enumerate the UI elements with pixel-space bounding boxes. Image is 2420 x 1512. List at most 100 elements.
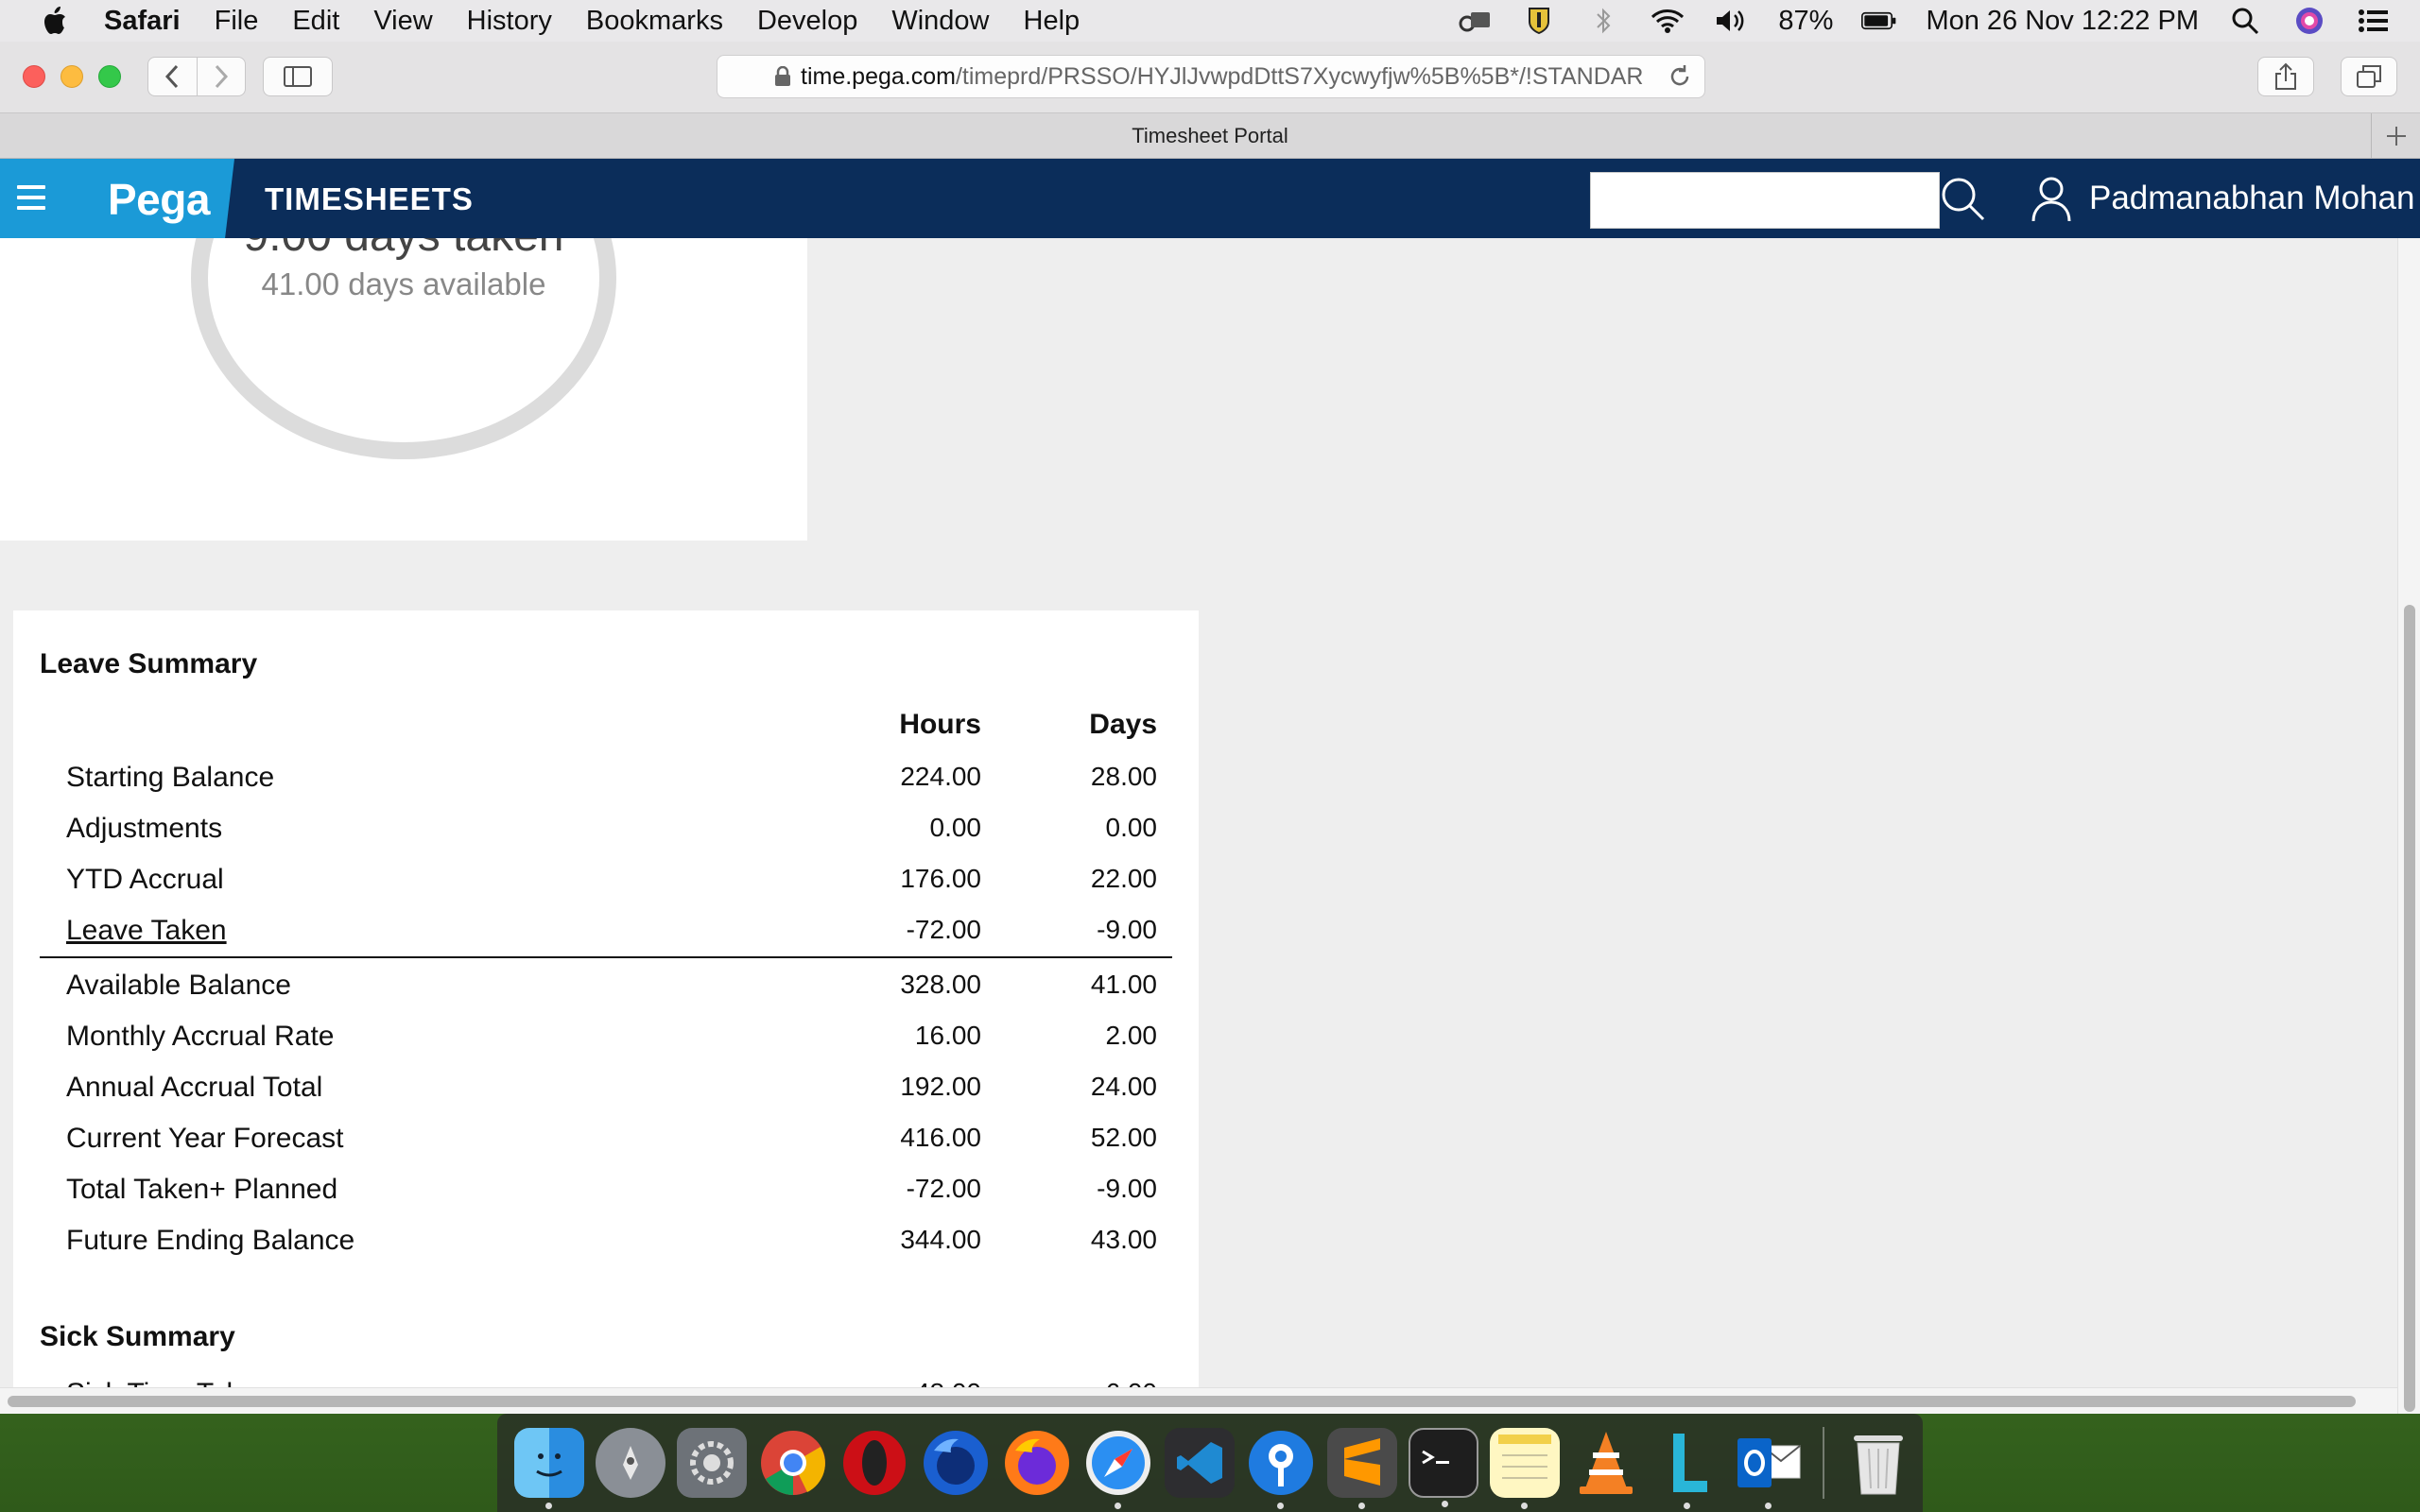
row-label: Total Taken+ Planned xyxy=(66,1174,338,1205)
row-hours: -72.00 xyxy=(906,1174,981,1203)
table-row: Current Year Forecast 416.00 52.00 xyxy=(13,1123,1199,1174)
main-content: 9.00 days taken 41.00 days available Lea… xyxy=(0,238,2397,1414)
table-row: Available Balance 328.00 41.00 xyxy=(13,970,1199,1021)
opera-icon[interactable] xyxy=(839,1428,909,1498)
row-hours: 224.00 xyxy=(900,762,981,791)
row-days: 43.00 xyxy=(1090,1225,1157,1254)
horizontal-scroll-thumb[interactable] xyxy=(8,1396,2356,1407)
row-days: 0.00 xyxy=(1105,813,1158,842)
safari-icon[interactable] xyxy=(1083,1428,1153,1509)
menu-app-name[interactable]: Safari xyxy=(104,6,181,37)
row-hours: 0.00 xyxy=(929,813,982,842)
row-hours: 416.00 xyxy=(900,1123,981,1152)
spotlight-icon[interactable] xyxy=(2227,7,2263,35)
summary-card: Leave Summary Hours Days Starting Balanc… xyxy=(13,610,1199,1414)
row-days: 24.00 xyxy=(1090,1072,1157,1101)
row-hours: -72.00 xyxy=(906,915,981,944)
row-days: 22.00 xyxy=(1090,864,1157,893)
sidebar-toggle-button[interactable] xyxy=(263,57,333,96)
menu-help[interactable]: Help xyxy=(1024,6,1080,37)
dock xyxy=(497,1414,1923,1512)
leave-donut-card: 9.00 days taken 41.00 days available xyxy=(0,238,807,541)
row-hours: 192.00 xyxy=(900,1072,981,1101)
close-window-button[interactable] xyxy=(23,65,45,88)
row-days: 41.00 xyxy=(1090,970,1157,999)
firefox-icon[interactable] xyxy=(1002,1428,1072,1498)
show-tabs-button[interactable] xyxy=(2341,57,2397,96)
reload-icon[interactable] xyxy=(1667,63,1693,90)
row-label: Starting Balance xyxy=(66,762,275,793)
notification-center-icon[interactable] xyxy=(2356,7,2392,35)
system-preferences-icon[interactable] xyxy=(677,1428,747,1498)
table-row: Future Ending Balance 344.00 43.00 xyxy=(13,1225,1199,1276)
sidebar-icon xyxy=(284,66,312,87)
vertical-scrollbar[interactable] xyxy=(2397,238,2420,1414)
shield-icon[interactable] xyxy=(1521,7,1557,35)
row-hours: 344.00 xyxy=(900,1225,981,1254)
url-path: /timeprd/PRSSO/HYJlJvwpdDttS7Xycwyfjw%5B… xyxy=(955,62,1644,90)
user-name[interactable]: Padmanabhan Mohan xyxy=(2089,180,2414,217)
totals-divider xyxy=(40,956,1172,958)
row-label: Current Year Forecast xyxy=(66,1123,344,1154)
menu-file[interactable]: File xyxy=(215,6,259,37)
trash-icon[interactable] xyxy=(1843,1428,1913,1498)
notes-icon[interactable] xyxy=(1490,1428,1560,1509)
row-days: -9.00 xyxy=(1097,915,1157,944)
lucid-icon[interactable] xyxy=(1652,1428,1722,1509)
sourcetree-icon[interactable] xyxy=(1246,1428,1316,1509)
address-bar[interactable]: time.pega.com /timeprd/PRSSO/HYJlJvwpdDt… xyxy=(717,55,1705,98)
wifi-icon[interactable] xyxy=(1650,7,1685,35)
vlc-icon[interactable] xyxy=(1571,1428,1641,1498)
hamburger-menu-icon[interactable] xyxy=(17,185,45,210)
table-row: Monthly Accrual Rate 16.00 2.00 xyxy=(13,1021,1199,1072)
sublime-text-icon[interactable] xyxy=(1327,1428,1397,1509)
fullscreen-window-button[interactable] xyxy=(98,65,121,88)
launchpad-icon[interactable] xyxy=(596,1428,666,1498)
search-icon[interactable] xyxy=(1940,176,1987,223)
tabs-overview-icon xyxy=(2357,65,2381,88)
pega-logo[interactable]: Pega xyxy=(108,174,210,225)
share-button[interactable] xyxy=(2257,57,2314,96)
terminal-icon[interactable] xyxy=(1409,1428,1478,1507)
apple-menu-icon[interactable] xyxy=(38,5,70,37)
menu-bookmarks[interactable]: Bookmarks xyxy=(586,6,723,37)
search-input[interactable] xyxy=(1590,172,1940,229)
days-taken-label: 9.00 days taken xyxy=(0,238,807,262)
siri-icon[interactable] xyxy=(2291,7,2327,35)
bluetooth-icon[interactable] xyxy=(1585,7,1621,35)
outlook-icon[interactable] xyxy=(1734,1428,1804,1509)
row-days: 28.00 xyxy=(1090,762,1157,791)
menu-develop[interactable]: Develop xyxy=(757,6,857,37)
volume-icon[interactable] xyxy=(1714,7,1750,35)
forward-button[interactable] xyxy=(197,57,245,96)
user-icon[interactable] xyxy=(2031,176,2072,223)
horizontal-scrollbar[interactable] xyxy=(0,1387,2397,1414)
finder-icon[interactable] xyxy=(514,1428,584,1509)
safari-window: time.pega.com /timeprd/PRSSO/HYJlJvwpdDt… xyxy=(0,42,2420,1414)
clock[interactable]: Mon 26 Nov 12:22 PM xyxy=(1926,6,2199,37)
creative-cloud-icon[interactable] xyxy=(1457,7,1493,35)
chevron-left-icon xyxy=(165,64,179,89)
menu-window[interactable]: Window xyxy=(891,6,989,37)
menu-edit[interactable]: Edit xyxy=(292,6,339,37)
row-days: 2.00 xyxy=(1105,1021,1158,1050)
menu-history[interactable]: History xyxy=(467,6,552,37)
row-days: 52.00 xyxy=(1090,1123,1157,1152)
row-label: Annual Accrual Total xyxy=(66,1072,323,1103)
lock-icon xyxy=(774,66,791,87)
back-button[interactable] xyxy=(148,57,197,96)
table-row: Total Taken+ Planned -72.00 -9.00 xyxy=(13,1174,1199,1225)
leave-taken-link[interactable]: Leave Taken xyxy=(66,915,227,947)
chrome-icon[interactable] xyxy=(758,1428,828,1498)
menu-view[interactable]: View xyxy=(373,6,432,37)
row-label: Monthly Accrual Rate xyxy=(66,1021,335,1052)
col-header-days: Days xyxy=(1089,709,1157,740)
battery-icon[interactable] xyxy=(1861,7,1897,35)
vscode-icon[interactable] xyxy=(1165,1428,1235,1498)
firefox-developer-icon[interactable] xyxy=(921,1428,991,1498)
vertical-scroll-thumb[interactable] xyxy=(2404,605,2415,1412)
minimize-window-button[interactable] xyxy=(60,65,83,88)
tab-timesheet-portal[interactable]: Timesheet Portal xyxy=(1132,124,1288,148)
new-tab-button[interactable] xyxy=(2371,113,2420,159)
url-host: time.pega.com xyxy=(801,62,956,90)
